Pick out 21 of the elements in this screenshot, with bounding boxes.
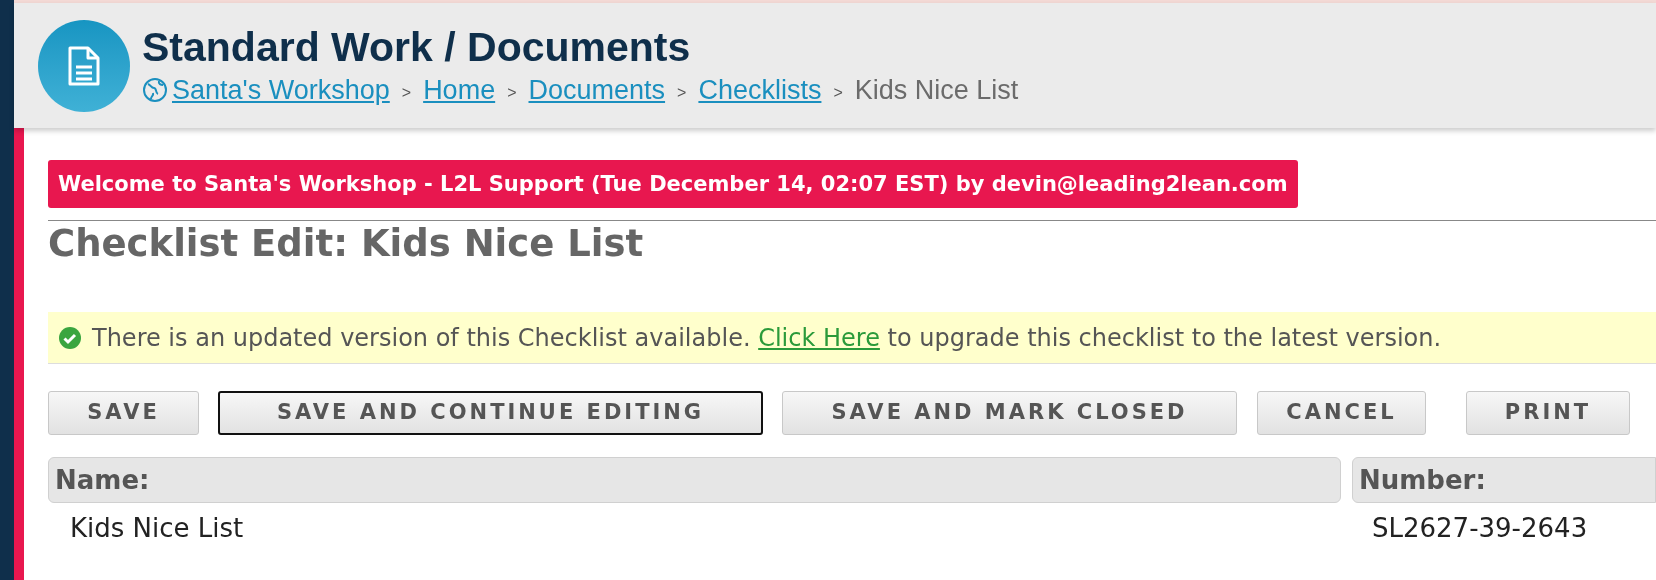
action-button[interactable]: SAVE [48,391,199,435]
notice-text: There is an updated version of this Checklist available. Click Here to upgrade this checklist to the latest version. [92,322,1442,354]
globe-icon [142,76,168,103]
breadcrumb-current: Kids Nice List [854,73,1019,106]
welcome-banner: Welcome to Santa's Workshop - L2L Support (Tue December 14, 02:07 EST) by devin@leading2lean.com [48,160,1298,208]
breadcrumb-separator: > [833,82,843,103]
page-heading: Standard Work / Documents [142,22,692,71]
field-value: Kids Nice List [69,512,245,545]
field-label: Number: [1352,457,1656,503]
breadcrumb-separator: > [507,82,517,103]
field-value: SL2627-39-2643 [1371,512,1589,545]
action-button[interactable]: SAVE AND CONTINUE EDITING [218,391,763,435]
breadcrumb-separator: > [677,82,687,103]
action-button[interactable]: SAVE AND MARK CLOSED [782,391,1237,435]
upgrade-link[interactable]: Click Here [758,323,880,352]
field-label: Name: [48,457,1341,503]
check-icon [58,325,82,350]
breadcrumb-separator: > [401,82,412,103]
action-button[interactable]: PRINT [1466,391,1630,435]
page-title: Checklist Edit: Kids Nice List [48,223,645,265]
action-button[interactable]: CANCEL [1257,391,1426,435]
